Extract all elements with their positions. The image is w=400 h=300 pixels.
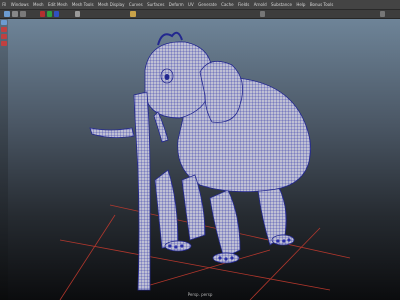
camera-label: Persp. persp [187, 292, 213, 297]
ground-grid [59, 204, 351, 300]
viewport-scene[interactable] [0, 0, 400, 300]
